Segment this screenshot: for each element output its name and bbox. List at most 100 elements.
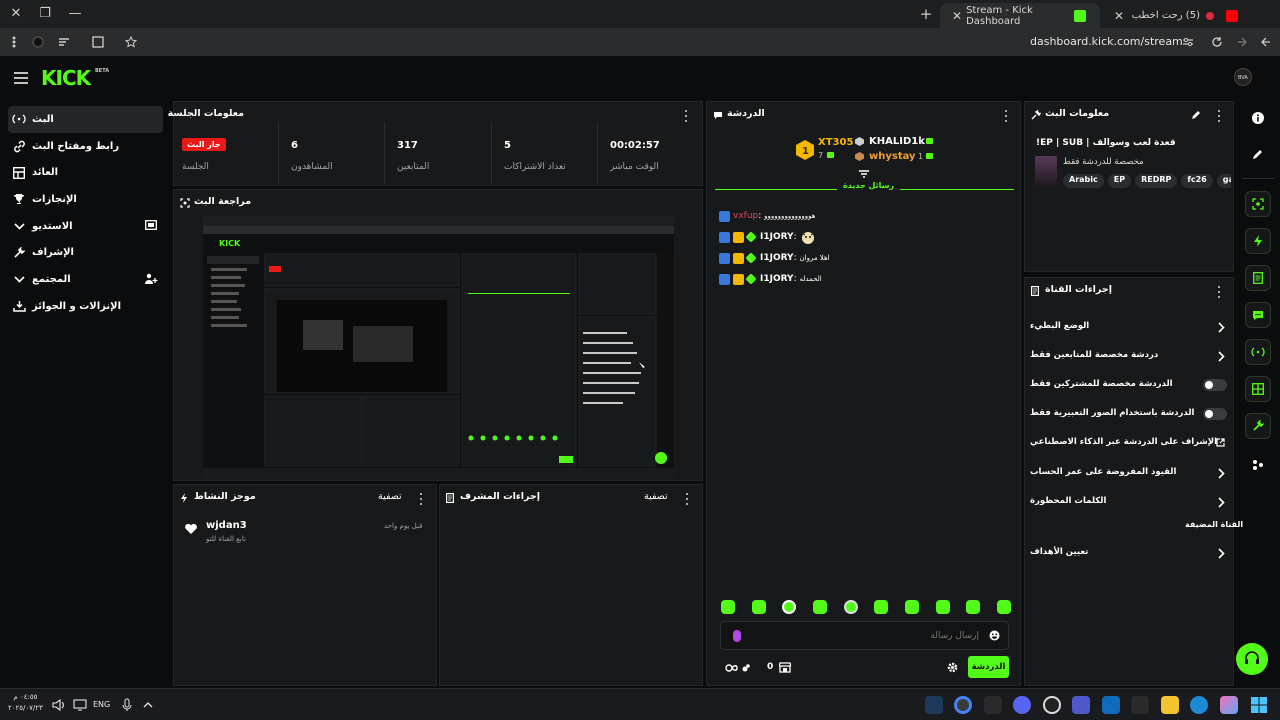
site-settings-icon[interactable]: [1180, 34, 1196, 50]
discord-icon[interactable]: [1013, 696, 1031, 714]
rail-stream-info-button[interactable]: [1245, 376, 1271, 402]
tag[interactable]: fc26: [1181, 174, 1213, 188]
category-thumbnail[interactable]: [1035, 156, 1057, 186]
tab-youtube[interactable]: ✕ (5) رحت اخطب وكانت الصدمة: [1102, 3, 1252, 28]
emote-icon[interactable]: [935, 600, 950, 614]
tag[interactable]: gar: [1216, 174, 1231, 188]
followers-only-setting[interactable]: دردشة مخصصة للمتابعين فقط: [1030, 346, 1227, 368]
emote-icon[interactable]: [966, 600, 981, 614]
address-bar[interactable]: dashboard.kick.com/stream: [1030, 35, 1183, 48]
microphone-icon[interactable]: [733, 630, 741, 642]
emote-icon[interactable]: [843, 600, 858, 614]
emoji-picker-icon[interactable]: [989, 630, 1000, 641]
account-age-setting[interactable]: القيود المفروضة على عمر الحساب: [1030, 463, 1227, 485]
menu-dots-icon[interactable]: [6, 34, 22, 50]
microphone-icon[interactable]: [121, 698, 133, 712]
chat-username[interactable]: I1JORY: [760, 232, 794, 242]
chat-message-input[interactable]: [749, 626, 979, 646]
rail-session-button[interactable]: [1245, 339, 1271, 365]
hamburger-menu-icon[interactable]: [14, 72, 28, 84]
more-options-icon[interactable]: [1216, 110, 1222, 122]
profile-icon[interactable]: [30, 34, 46, 50]
ai-moderation-setting[interactable]: الإشراف على الدردشة عبر الذكاء الاصطناعي: [1030, 433, 1227, 455]
channel-points-icon[interactable]: [725, 663, 751, 673]
slow-mode-setting[interactable]: الوضع البطيء: [1030, 317, 1227, 339]
chat-username[interactable]: I1JORY: [760, 253, 794, 263]
obs-icon[interactable]: [1043, 696, 1061, 714]
more-options-icon[interactable]: [1003, 110, 1009, 122]
clock[interactable]: ٠٤:٥٥ م ٢٠٢٥/٠٧/٢٣: [8, 692, 43, 714]
downloads-icon[interactable]: [56, 34, 72, 50]
language-indicator[interactable]: ENG: [93, 700, 110, 709]
minimize-window-icon[interactable]: —: [67, 6, 83, 22]
chrome-icon[interactable]: [954, 696, 972, 714]
sidebar-item-revenue[interactable]: العائد: [8, 159, 163, 186]
activity-user[interactable]: wjdan3: [206, 520, 247, 531]
tab-kick-dashboard[interactable]: ✕ Stream - Kick Dashboard: [940, 3, 1100, 28]
chat-input-box[interactable]: [720, 621, 1009, 650]
sidebar-item-achievements[interactable]: الإنجازات: [8, 186, 163, 213]
emote-icon[interactable]: [874, 600, 889, 614]
sidebar-item-stream[interactable]: البث: [8, 106, 163, 133]
edit-pencil-icon[interactable]: [1252, 149, 1263, 160]
top-gifter-name[interactable]: XT305: [818, 137, 853, 148]
outlook-icon[interactable]: [1102, 696, 1120, 714]
settings-gear-icon[interactable]: [947, 662, 958, 673]
sidebar-item-stream-key[interactable]: رابط ومفتاح البث: [8, 133, 163, 160]
tag[interactable]: REDRP: [1135, 174, 1178, 188]
reload-icon[interactable]: [1209, 34, 1225, 50]
drag-handle-icon[interactable]: [1251, 458, 1265, 472]
teams-icon[interactable]: [1072, 696, 1090, 714]
close-tab-icon[interactable]: ✕: [1114, 9, 1124, 23]
chat-username[interactable]: I1JORY: [760, 274, 794, 284]
windows-start-icon[interactable]: [1250, 696, 1268, 714]
kick-logo[interactable]: KICK: [41, 68, 97, 88]
new-tab-icon[interactable]: +: [918, 6, 934, 22]
close-window-icon[interactable]: ✕: [8, 6, 24, 22]
emote-icon[interactable]: [812, 600, 827, 614]
tag[interactable]: Arabic: [1063, 174, 1104, 188]
extensions-icon[interactable]: [90, 34, 106, 50]
emote-icon[interactable]: [996, 600, 1011, 614]
copilot-icon[interactable]: [1220, 696, 1238, 714]
back-icon[interactable]: [1258, 34, 1274, 50]
restore-window-icon[interactable]: ❐: [37, 6, 53, 22]
file-explorer-icon[interactable]: [1161, 696, 1179, 714]
bookmark-star-icon[interactable]: [123, 34, 139, 50]
edit-pencil-icon[interactable]: [1191, 110, 1201, 120]
terminal-icon[interactable]: [1131, 696, 1149, 714]
sidebar-item-moderation[interactable]: الإشراف: [8, 239, 163, 266]
support-headset-icon[interactable]: [1236, 643, 1268, 675]
capcut-icon[interactable]: [984, 696, 1002, 714]
top-gifter-name[interactable]: whystay: [869, 151, 916, 162]
rail-activity-button[interactable]: [1245, 228, 1271, 254]
rail-channel-actions-button[interactable]: [1245, 413, 1271, 439]
filter-button[interactable]: تصفية: [378, 491, 402, 502]
more-options-icon[interactable]: [683, 110, 689, 122]
more-options-icon[interactable]: [684, 493, 690, 505]
banned-words-setting[interactable]: الكلمات المحظورة: [1030, 492, 1227, 514]
sidebar-item-drops[interactable]: الإنزالات و الجوائز: [8, 293, 163, 320]
more-options-icon[interactable]: [418, 493, 424, 505]
forward-icon[interactable]: [1234, 34, 1250, 50]
edge-icon[interactable]: [1190, 696, 1208, 714]
avatar[interactable]: BVA: [1234, 68, 1252, 86]
chevron-up-icon[interactable]: [142, 698, 154, 712]
emotes-only-toggle[interactable]: [1203, 408, 1227, 420]
subscribers-only-toggle[interactable]: [1203, 379, 1227, 391]
rail-chat-button[interactable]: [1245, 302, 1271, 328]
set-goals-setting[interactable]: تعيين الأهداف: [1030, 543, 1227, 565]
emote-icon[interactable]: [782, 600, 797, 614]
rail-preview-button[interactable]: [1245, 191, 1271, 217]
network-icon[interactable]: [73, 698, 87, 712]
close-tab-icon[interactable]: ✕: [952, 9, 962, 23]
sidebar-item-studio[interactable]: الاستديو: [8, 213, 163, 240]
store-icon[interactable]: [779, 662, 791, 673]
emote-icon[interactable]: [721, 600, 735, 614]
sidebar-item-community[interactable]: المجتمع: [8, 266, 163, 293]
more-options-icon[interactable]: [1216, 286, 1222, 298]
collapse-leaderboard-icon[interactable]: [858, 170, 870, 178]
steam-icon[interactable]: [925, 696, 943, 714]
info-icon[interactable]: [1252, 112, 1264, 124]
send-chat-button[interactable]: الدردشة: [968, 656, 1009, 678]
